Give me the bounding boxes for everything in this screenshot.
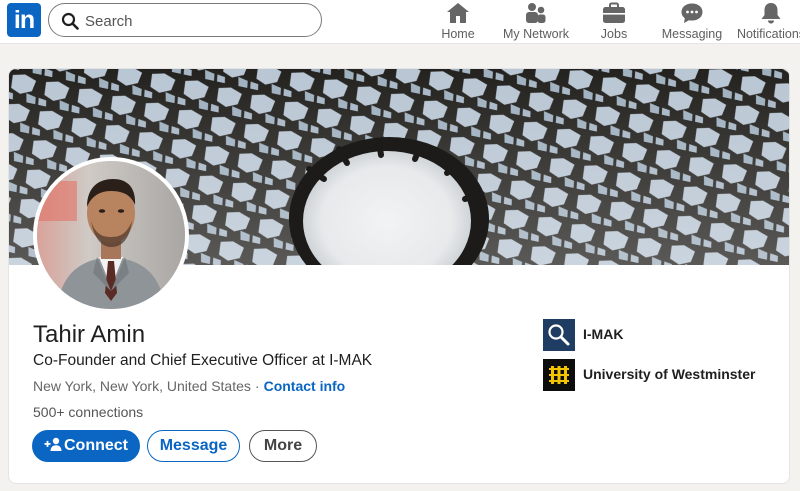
location-row: New York, New York, United States · Contac… xyxy=(33,378,345,394)
message-button[interactable]: Message xyxy=(147,430,240,462)
nav-label-network: My Network xyxy=(503,27,569,41)
connections-count[interactable]: 500+ connections xyxy=(33,404,143,420)
home-icon xyxy=(447,3,469,23)
imak-logo xyxy=(543,319,575,351)
more-button[interactable]: More xyxy=(249,430,317,462)
contact-info-link[interactable]: Contact info xyxy=(264,378,346,394)
nav-item-home[interactable]: Home xyxy=(434,0,482,44)
global-nav: in Home My Network Jobs xyxy=(0,0,800,44)
nav-item-notifications[interactable]: Notifications xyxy=(736,0,800,44)
messaging-icon xyxy=(681,3,703,23)
linkedin-logo[interactable]: in xyxy=(7,3,41,37)
profile-headline: Co-Founder and Chief Executive Officer a… xyxy=(33,352,373,369)
nav-label-jobs: Jobs xyxy=(600,27,628,41)
company-name: I-MAK xyxy=(583,326,624,342)
nav-label-home: Home xyxy=(441,27,475,41)
nav-item-messaging[interactable]: Messaging xyxy=(660,0,724,44)
nav-label-notifications: Notifications xyxy=(736,27,800,41)
separator-dot: · xyxy=(254,378,260,394)
notifications-icon xyxy=(761,3,781,24)
connect-label: Connect xyxy=(64,437,128,454)
profile-name: Tahir Amin xyxy=(33,321,146,348)
add-person-icon xyxy=(44,437,62,451)
profile-card: Tahir Amin Co-Founder and Chief Executiv… xyxy=(8,68,790,484)
search-box[interactable] xyxy=(48,3,322,37)
school-name: University of Westminster xyxy=(583,366,756,382)
nav-item-network[interactable]: My Network xyxy=(500,0,572,44)
westminster-logo xyxy=(543,359,575,391)
profile-photo[interactable] xyxy=(33,157,189,313)
search-input[interactable] xyxy=(85,10,310,32)
profile-location: New York, New York, United States xyxy=(33,378,251,394)
network-icon xyxy=(526,3,546,23)
connect-button[interactable]: Connect xyxy=(32,430,140,462)
jobs-icon xyxy=(603,2,625,23)
search-icon xyxy=(61,12,79,30)
nav-label-messaging: Messaging xyxy=(661,27,723,41)
nav-item-jobs[interactable]: Jobs xyxy=(594,0,634,44)
